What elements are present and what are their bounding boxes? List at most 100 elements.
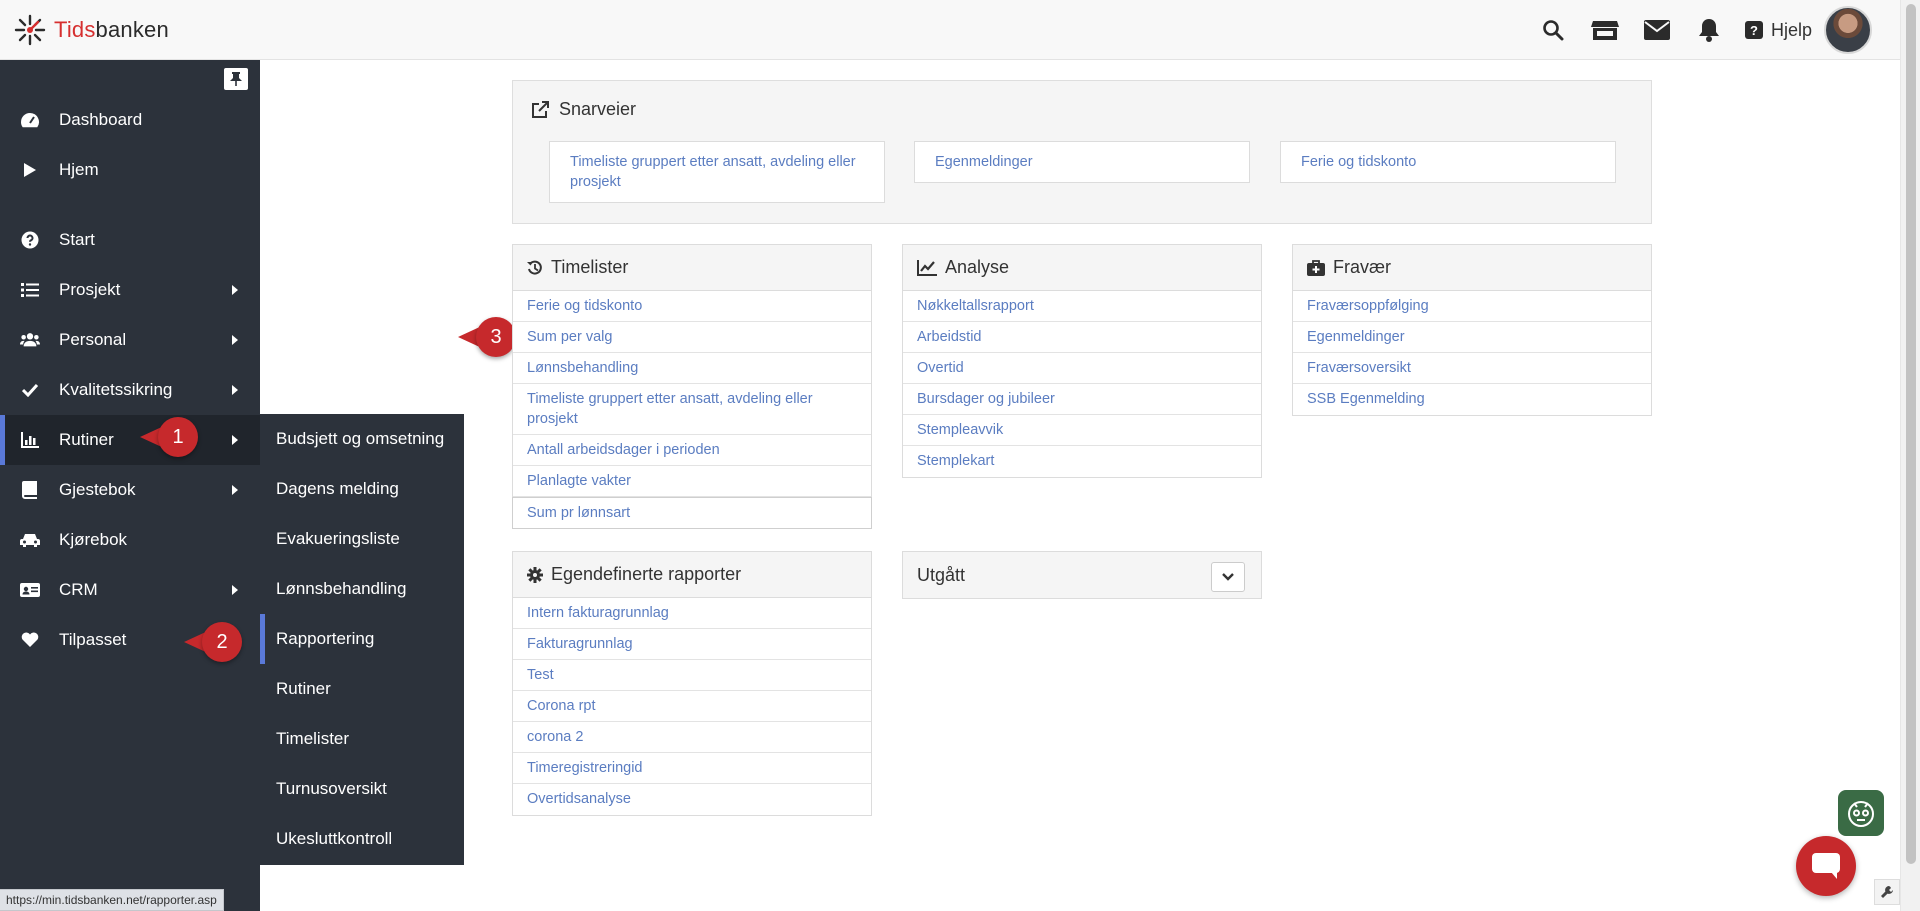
heart-icon — [20, 632, 40, 648]
history-icon — [527, 260, 542, 275]
submenu-item-dagens-melding[interactable]: Dagens melding — [260, 464, 464, 514]
shortcuts-panel: Snarveier Timeliste gruppert etter ansat… — [512, 80, 1652, 224]
report-link[interactable]: Intern fakturagrunnlag — [513, 598, 871, 629]
submenu-item-turnusoversikt[interactable]: Turnusoversikt — [260, 764, 464, 814]
sidebar-item-hjem[interactable]: Hjem — [0, 145, 260, 195]
card-title: Egendefinerte rapporter — [551, 564, 742, 584]
report-link[interactable]: Corona rpt — [513, 691, 871, 722]
bell-icon[interactable] — [1683, 0, 1735, 60]
logo-mark-icon — [14, 14, 46, 46]
logo[interactable]: Tidsbanken — [14, 14, 169, 46]
sidebar-item-label: Dashboard — [59, 110, 143, 129]
report-link[interactable]: Fraværsoppfølging — [1293, 291, 1651, 322]
report-link[interactable]: Fraværsoversikt — [1293, 353, 1651, 384]
submenu-item-lonnsbehandling[interactable]: Lønnsbehandling — [260, 564, 464, 614]
report-link[interactable]: Nøkkeltallsrapport — [903, 291, 1261, 322]
report-link[interactable]: Stempleavvik — [903, 415, 1261, 446]
sidebar-item-crm[interactable]: CRM — [0, 565, 260, 615]
card-title: Analyse — [945, 257, 1010, 277]
help-button[interactable]: ? Hjelp — [1735, 0, 1824, 60]
utgatt-card: Utgått — [902, 551, 1262, 599]
report-link[interactable]: corona 2 — [513, 722, 871, 753]
line-chart-icon — [917, 259, 937, 276]
callout-marker-1: 1 — [140, 417, 198, 457]
tachometer-icon — [20, 112, 40, 128]
question-circle-icon — [20, 231, 40, 249]
card-title: Fravær — [1333, 257, 1391, 277]
egendefinerte-rapporter-card: Egendefinerte rapporter Intern fakturagr… — [512, 551, 872, 816]
chevron-down-icon — [1222, 573, 1234, 581]
sidebar-item-kvalitetssikring[interactable]: Kvalitetssikring — [0, 365, 260, 415]
sidebar-item-kjorebok[interactable]: Kjørebok — [0, 515, 260, 565]
report-link[interactable]: Bursdager og jubileer — [903, 384, 1261, 415]
card-header: Fravær — [1293, 245, 1651, 291]
report-link[interactable]: Arbeidstid — [903, 322, 1261, 353]
shortcuts-title: Snarveier — [531, 99, 636, 120]
callout-number: 3 — [476, 317, 516, 357]
sidebar-item-personal[interactable]: Personal — [0, 315, 260, 365]
shortcut-egenmeldinger[interactable]: Egenmeldinger — [914, 141, 1250, 183]
mail-icon[interactable] — [1631, 0, 1683, 60]
chat-icon — [1812, 853, 1840, 879]
report-link[interactable]: Timeregistreringid — [513, 753, 871, 784]
submenu-item-timelister[interactable]: Timelister — [260, 714, 464, 764]
report-link[interactable]: Overtid — [903, 353, 1261, 384]
submenu-item-rutiner[interactable]: Rutiner — [260, 664, 464, 714]
shortcuts-title-text: Snarveier — [559, 99, 637, 119]
report-link[interactable]: Lønnsbehandling — [513, 353, 871, 384]
sidebar-item-gjestebok[interactable]: Gjestebok — [0, 465, 260, 515]
report-link[interactable]: Antall arbeidsdager i perioden — [513, 435, 871, 466]
shortcut-timeliste-gruppert[interactable]: Timeliste gruppert etter ansatt, avdelin… — [549, 141, 885, 203]
report-link[interactable]: SSB Egenmelding — [1293, 384, 1651, 415]
bot-assistant-button[interactable] — [1838, 790, 1884, 836]
report-link[interactable]: Ferie og tidskonto — [513, 291, 871, 322]
shortcut-ferie-og-tidskonto[interactable]: Ferie og tidskonto — [1280, 141, 1616, 183]
report-link[interactable]: Overtidsanalyse — [513, 784, 871, 815]
card-title: Utgått — [917, 564, 966, 585]
scrollbar-thumb[interactable] — [1906, 4, 1916, 864]
submenu-item-rapportering[interactable]: Rapportering — [260, 614, 464, 664]
sidebar-item-rutiner[interactable]: Rutiner — [0, 415, 260, 465]
card-header: Utgått — [903, 552, 1261, 598]
report-link[interactable]: Stemplekart — [903, 446, 1261, 477]
logo-text: Tidsbanken — [54, 17, 169, 42]
check-icon — [20, 383, 40, 397]
report-link[interactable]: Planlagte vakter — [513, 466, 871, 497]
report-link[interactable]: Sum pr lønnsart — [512, 497, 872, 529]
store-icon[interactable] — [1579, 0, 1631, 60]
page-scrollbar[interactable] — [1900, 0, 1920, 911]
submenu-item-ukesluttkontroll[interactable]: Ukesluttkontroll — [260, 814, 464, 864]
list-icon — [20, 282, 40, 298]
submenu-item-budsjett[interactable]: Budsjett og omsetning — [260, 414, 464, 464]
sidebar-item-label: Gjestebok — [59, 480, 136, 499]
analyse-card: Analyse Nøkkeltallsrapport Arbeidstid Ov… — [902, 244, 1262, 478]
avatar[interactable] — [1824, 6, 1872, 54]
report-link[interactable]: Sum per valg — [513, 322, 871, 353]
report-link[interactable]: Egenmeldinger — [1293, 322, 1651, 353]
chat-button[interactable] — [1796, 836, 1856, 896]
sidebar-item-label: Personal — [59, 330, 127, 349]
sidebar-item-start[interactable]: Start — [0, 215, 260, 265]
medkit-icon — [1307, 259, 1325, 276]
wrench-icon[interactable] — [1874, 879, 1900, 905]
search-icon[interactable] — [1527, 0, 1579, 60]
chevron-right-icon — [232, 485, 238, 495]
top-bar: Tidsbanken ? Hjelp — [0, 0, 1900, 60]
fravaer-card: Fravær Fraværsoppfølging Egenmeldinger F… — [1292, 244, 1652, 416]
submenu-item-evakueringsliste[interactable]: Evakueringsliste — [260, 514, 464, 564]
sidebar-item-prosjekt[interactable]: Prosjekt — [0, 265, 260, 315]
expand-button[interactable] — [1211, 562, 1245, 592]
callout-marker-3: 3 — [458, 317, 516, 357]
chevron-right-icon — [232, 385, 238, 395]
report-link[interactable]: Timeliste gruppert etter ansatt, avdelin… — [513, 384, 871, 435]
report-link[interactable]: Test — [513, 660, 871, 691]
report-link[interactable]: Fakturagrunnlag — [513, 629, 871, 660]
sidebar-item-dashboard[interactable]: Dashboard — [0, 95, 260, 145]
help-label: Hjelp — [1770, 19, 1812, 40]
gear-icon — [527, 566, 543, 583]
callout-number: 1 — [158, 417, 198, 457]
play-icon — [20, 162, 40, 178]
callout-marker-2: 2 — [184, 622, 242, 662]
chevron-right-icon — [232, 435, 238, 445]
pin-icon[interactable] — [224, 68, 248, 90]
